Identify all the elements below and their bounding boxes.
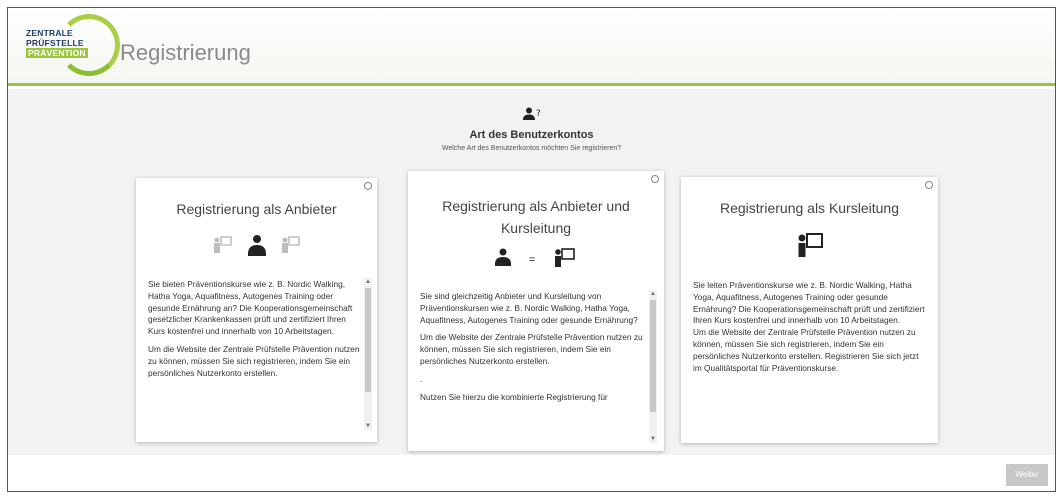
card-provider-trainer-text: Sie sind gleichzeitig Anbieter und Kursl… xyxy=(420,291,646,443)
provider-person-icon xyxy=(213,235,300,256)
scroll-down-icon[interactable]: ▼ xyxy=(365,422,371,430)
card-provider-paragraph: Um die Website der Zentrale Prüfstelle P… xyxy=(148,343,360,378)
card-trainer-title: Registrierung als Kursleitung xyxy=(720,200,899,216)
section-heading: Art des Benutzerkontos xyxy=(469,129,594,141)
page-title: Registrierung xyxy=(120,40,251,65)
zpp-logo[interactable]: ZENTRALE PRÜFSTELLE PRÄVENTION xyxy=(20,14,120,76)
section-subheading: Welche Art des Benutzerkontos möchten Si… xyxy=(441,145,622,152)
card-trainer-radio[interactable] xyxy=(925,181,933,189)
card-provider[interactable]: Registrierung als Anbieter Sie bieten Pr… xyxy=(136,178,377,442)
page-header: ZENTRALE PRÜFSTELLE PRÄVENTION Registrie… xyxy=(8,8,1055,86)
logo-text: ZENTRALE PRÜFSTELLE PRÄVENTION xyxy=(26,28,106,58)
card-provider-text: Sie bieten Präventionskurse wie z. B. No… xyxy=(148,279,360,434)
provider-person-icon xyxy=(495,248,511,266)
svg-text:?: ? xyxy=(536,109,541,119)
card-provider-trainer-paragraph: . xyxy=(420,373,423,384)
card-trainer[interactable]: Registrierung als Kursleitung Sie leiten… xyxy=(681,177,938,443)
logo-line-1: ZENTRALE xyxy=(26,28,73,38)
scroll-thumb[interactable] xyxy=(650,300,656,412)
card-trainer-paragraph: Um die Website der Zentrale Prüfstelle P… xyxy=(693,327,919,373)
equals-sign: = xyxy=(529,254,536,266)
card-provider-title: Registrierung als Anbieter xyxy=(176,201,337,217)
logo-line-3: PRÄVENTION xyxy=(26,48,88,58)
card-trainer-paragraph: Sie leiten Präventionskurse wie z. B. No… xyxy=(693,280,925,326)
user-question-icon: ? xyxy=(520,107,544,121)
registration-content: ? Art des Benutzerkontos Welche Art des … xyxy=(8,89,1055,455)
logo-line-2: PRÜFSTELLE xyxy=(26,38,84,48)
card-provider-trainer-radio[interactable] xyxy=(651,175,659,183)
card-provider-radio[interactable] xyxy=(364,182,372,190)
card-provider-trainer-paragraph: Nutzen Sie hierzu die kombinierte Regist… xyxy=(420,391,608,402)
card-provider-trainer-paragraph: Um die Website der Zentrale Prüfstelle P… xyxy=(420,332,643,366)
trainer-board-icon xyxy=(798,233,823,257)
scroll-up-icon[interactable]: ▲ xyxy=(650,290,656,298)
card-provider-icons xyxy=(136,234,377,263)
scroll-thumb[interactable] xyxy=(365,288,371,392)
card-provider-trainer[interactable]: Registrierung als Anbieter und Kursleitu… xyxy=(408,171,664,451)
card-trainer-icons xyxy=(681,231,938,266)
account-type-heading-block: ? Art des Benutzerkontos Welche Art des … xyxy=(8,107,1055,152)
card-provider-trainer-paragraph: Sie sind gleichzeitig Anbieter und Kursl… xyxy=(420,291,638,325)
card-trainer-text: Sie leiten Präventionskurse wie z. B. No… xyxy=(693,280,929,432)
next-button[interactable]: Weiter xyxy=(1006,464,1048,486)
card-provider-trainer-icons xyxy=(408,247,664,274)
card-provider-paragraph: Sie bieten Präventionskurse wie z. B. No… xyxy=(148,279,353,337)
card-provider-scrollbar[interactable]: ▲ ▼ xyxy=(364,278,372,430)
card-provider-trainer-title: Registrierung als Anbieter und Kursleitu… xyxy=(442,198,630,236)
scroll-up-icon[interactable]: ▲ xyxy=(365,278,371,286)
trainer-board-icon xyxy=(555,248,575,267)
scroll-down-icon[interactable]: ▼ xyxy=(650,435,656,443)
card-provider-trainer-scrollbar[interactable]: ▲ ▼ xyxy=(649,290,657,443)
browser-frame: ZENTRALE PRÜFSTELLE PRÄVENTION Registrie… xyxy=(7,7,1056,492)
